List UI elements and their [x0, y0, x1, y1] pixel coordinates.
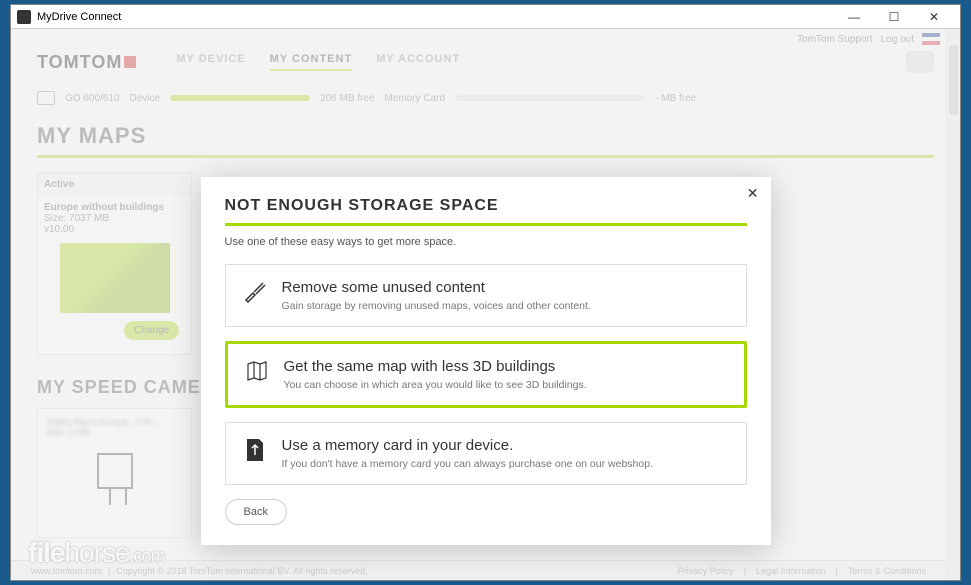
option-remove-content[interactable]: Remove some unused content Gain storage …: [225, 264, 747, 327]
watermark: filehorse.com: [28, 537, 165, 569]
option1-title: Remove some unused content: [282, 279, 591, 296]
option2-desc: You can choose in which area you would l…: [284, 379, 587, 391]
titlebar: MyDrive Connect — ☐ ✕: [11, 5, 960, 29]
sd-card-icon: [242, 437, 268, 463]
close-window-button[interactable]: ✕: [914, 6, 954, 28]
app-icon: [17, 10, 31, 24]
option2-title: Get the same map with less 3D buildings: [284, 358, 587, 375]
storage-modal: ✕ NOT ENOUGH STORAGE SPACE Use one of th…: [201, 177, 771, 545]
app-window: MyDrive Connect — ☐ ✕ TomTom Support Log…: [10, 4, 961, 581]
option3-title: Use a memory card in your device.: [282, 437, 653, 454]
modal-title: NOT ENOUGH STORAGE SPACE: [225, 197, 747, 226]
maximize-button[interactable]: ☐: [874, 6, 914, 28]
option3-desc: If you don't have a memory card you can …: [282, 458, 653, 470]
minimize-button[interactable]: —: [834, 6, 874, 28]
back-button[interactable]: Back: [225, 499, 287, 525]
map-icon: [244, 358, 270, 384]
modal-subtitle: Use one of these easy ways to get more s…: [225, 236, 747, 248]
option1-desc: Gain storage by removing unused maps, vo…: [282, 300, 591, 312]
modal-wrap: ✕ NOT ENOUGH STORAGE SPACE Use one of th…: [11, 29, 960, 580]
option-less-3d[interactable]: Get the same map with less 3D buildings …: [225, 341, 747, 408]
app-body: TomTom Support Log out TOMTOM MY DEVICE …: [11, 29, 960, 580]
broom-icon: [242, 279, 268, 305]
window-title: MyDrive Connect: [37, 11, 121, 23]
option-memory-card[interactable]: Use a memory card in your device. If you…: [225, 422, 747, 485]
modal-close-button[interactable]: ✕: [747, 185, 759, 202]
